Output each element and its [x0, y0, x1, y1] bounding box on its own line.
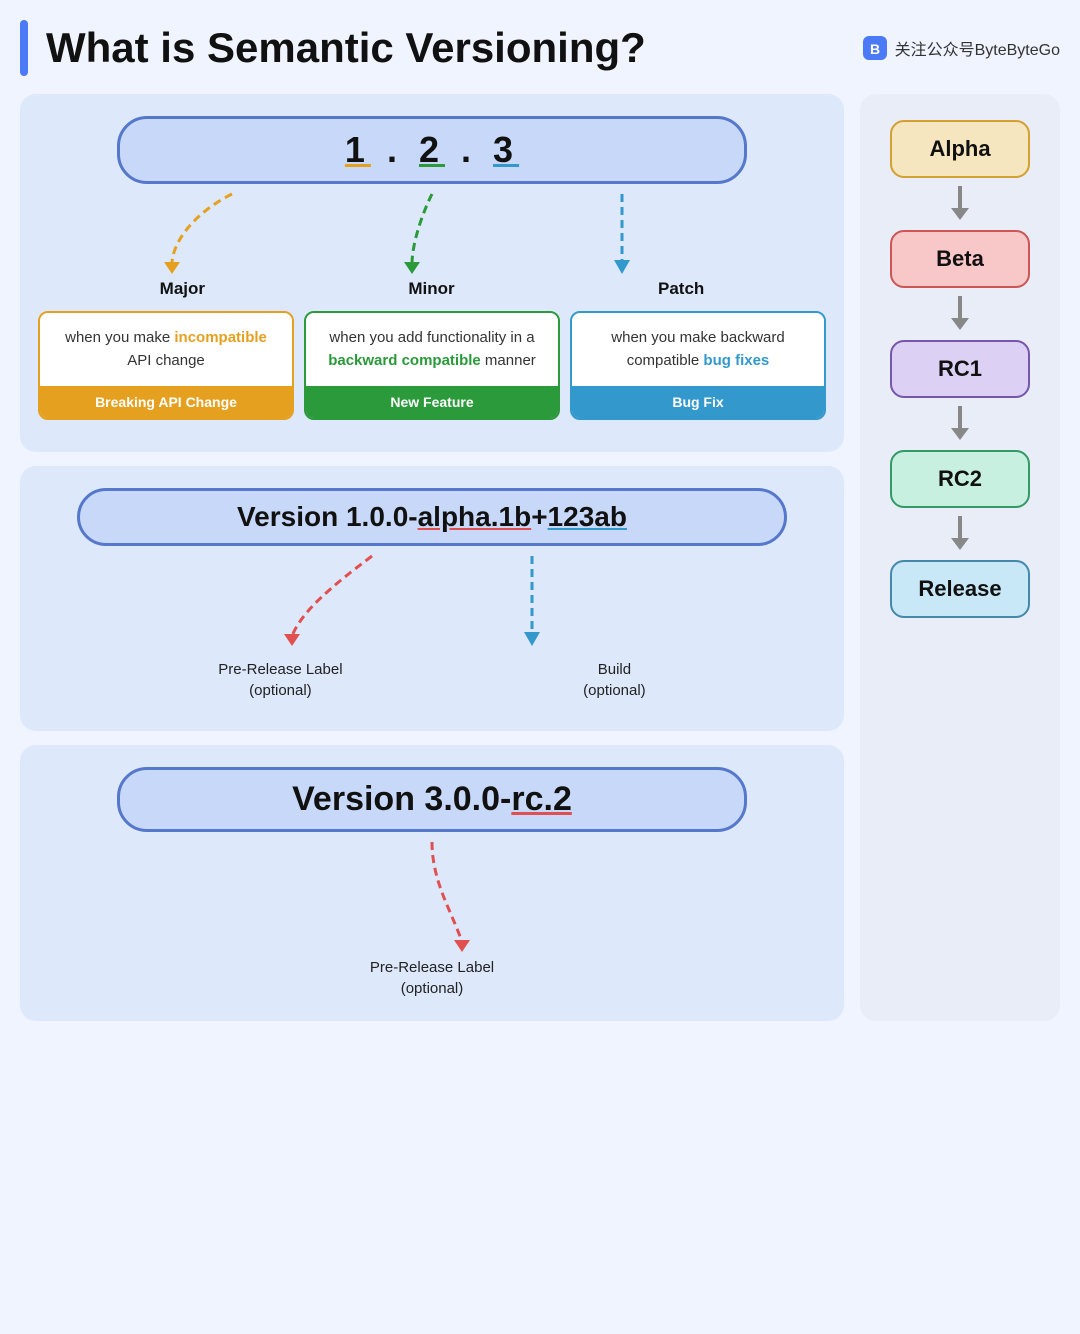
minor-description: when you add functionality in a backward… — [306, 313, 558, 386]
incompatible-text: incompatible — [174, 329, 267, 346]
version-patch-num: 3 — [493, 129, 519, 170]
prerelease-underline: alpha.1b — [418, 501, 532, 532]
arrow-alpha-beta — [945, 186, 975, 222]
prerelease-build-labels: Pre-Release Label (optional) Build (opti… — [38, 651, 826, 709]
rc-underline: rc.2 — [511, 780, 572, 818]
right-column: Alpha Beta RC1 RC2 Release — [860, 94, 1060, 1021]
build-underline: 123ab — [548, 501, 627, 532]
arrow-rc2-release — [945, 516, 975, 552]
prerelease-label: Pre-Release Label (optional) — [218, 659, 342, 701]
section-major-minor-patch: 1 . 2 . 3 Major Minor — [20, 94, 844, 452]
patch-description: when you make backward compatible bug fi… — [572, 313, 824, 386]
patch-label: Patch — [658, 279, 704, 299]
version-dot2: . — [461, 129, 493, 170]
minor-info-box: when you add functionality in a backward… — [304, 311, 560, 420]
arrows-svg-1 — [38, 194, 826, 274]
page-title: What is Semantic Versioning? — [46, 24, 646, 72]
version-major-num: 1 — [345, 129, 371, 170]
rc-prerelease-label: Pre-Release Label (optional) — [38, 957, 826, 999]
section-prerelease-build: Version 1.0.0-alpha.1b+123ab Pre-Release… — [20, 466, 844, 731]
release-stage-rc1: RC1 — [890, 340, 1030, 398]
main-layout: 1 . 2 . 3 Major Minor — [20, 94, 1060, 1021]
version-badge-3: Version 3.0.0-rc.2 — [117, 767, 747, 832]
version-badge-1: 1 . 2 . 3 — [117, 116, 747, 184]
build-label: Build (optional) — [583, 659, 646, 701]
major-info-box: when you make incompatible API change Br… — [38, 311, 294, 420]
minor-label: Minor — [408, 279, 454, 299]
brand-label: B 关注公众号ByteByteGo — [861, 34, 1060, 62]
patch-footer: Bug Fix — [572, 386, 824, 418]
release-stage-beta: Beta — [890, 230, 1030, 288]
patch-info-box: when you make backward compatible bug fi… — [570, 311, 826, 420]
release-stage-release: Release — [890, 560, 1030, 618]
info-boxes-row: when you make incompatible API change Br… — [38, 311, 826, 420]
major-description: when you make incompatible API change — [40, 313, 292, 386]
bug-fixes-text: bug fixes — [703, 352, 769, 369]
version-minor-num: 2 — [419, 129, 445, 170]
minor-footer: New Feature — [306, 386, 558, 418]
arrows-svg-3 — [38, 842, 826, 952]
version-labels-row: Major Minor Patch — [38, 279, 826, 299]
svg-text:B: B — [870, 41, 880, 57]
section-rc: Version 3.0.0-rc.2 Pre-Release Label (op… — [20, 745, 844, 1021]
page-header: What is Semantic Versioning? B 关注公众号Byte… — [20, 20, 1060, 76]
brand-icon: B — [861, 34, 889, 62]
backward-compatible-text: backward compatible — [328, 352, 481, 369]
arrows-svg-2 — [38, 556, 826, 646]
version-badge-2: Version 1.0.0-alpha.1b+123ab — [77, 488, 786, 546]
version-dot1: . — [387, 129, 419, 170]
major-footer: Breaking API Change — [40, 386, 292, 418]
release-stage-rc2: RC2 — [890, 450, 1030, 508]
arrow-beta-rc1 — [945, 296, 975, 332]
left-column: 1 . 2 . 3 Major Minor — [20, 94, 844, 1021]
title-accent-bar — [20, 20, 28, 76]
major-label: Major — [160, 279, 205, 299]
release-stage-alpha: Alpha — [890, 120, 1030, 178]
brand-text: 关注公众号ByteByteGo — [895, 36, 1060, 60]
arrow-rc1-rc2 — [945, 406, 975, 442]
